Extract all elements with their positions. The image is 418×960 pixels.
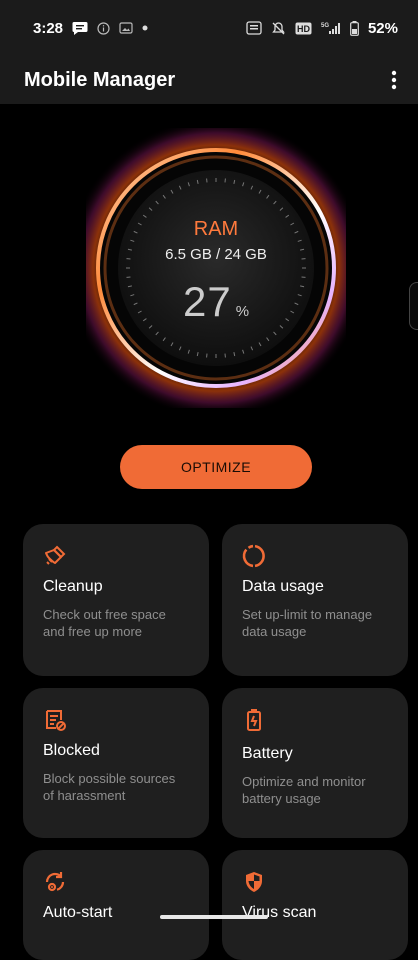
card-title: Virus scan [242, 904, 388, 922]
image-icon [119, 22, 133, 34]
more-vert-icon [391, 70, 397, 90]
card-description: Set up-limit to manage data usage [242, 606, 388, 640]
mute-icon [271, 21, 286, 36]
network-type-label: 5G [321, 23, 329, 29]
card-cleanup[interactable]: Cleanup Check out free space and free up… [23, 524, 209, 676]
ram-percent: 27% [86, 278, 346, 326]
card-title: Blocked [43, 742, 189, 760]
ram-label: RAM [86, 218, 346, 241]
card-description: Optimize and monitor battery usage [242, 773, 388, 807]
card-blocked[interactable]: Blocked Block possible sources of harass… [23, 688, 209, 838]
optimize-button[interactable]: OPTIMIZE [120, 445, 312, 489]
data-usage-icon [242, 544, 266, 568]
card-title: Auto-start [43, 904, 189, 922]
info-icon [97, 22, 110, 35]
card-title: Cleanup [43, 578, 189, 596]
more-options-button[interactable] [380, 62, 408, 98]
auto-start-icon [43, 870, 67, 894]
broom-icon [43, 544, 67, 568]
nfc-icon [246, 21, 262, 35]
battery-status-icon [350, 21, 359, 36]
card-virus-scan[interactable]: Virus scan [222, 850, 408, 960]
card-data-usage[interactable]: Data usage Set up-limit to manage data u… [222, 524, 408, 676]
ram-gauge[interactable]: RAM 6.5 GB / 24 GB 27% [86, 128, 346, 408]
ram-percent-unit: % [236, 303, 249, 320]
hd-icon: HD [295, 22, 312, 35]
card-description: Check out free space and free up more [43, 606, 189, 640]
card-auto-start[interactable]: Auto-start [23, 850, 209, 960]
blocked-icon [43, 708, 67, 732]
status-bar: 3:28 HD 5G 52% [0, 0, 418, 56]
battery-percent: 52% [368, 20, 398, 37]
ram-gauge-ring [86, 128, 346, 408]
side-panel-handle[interactable] [409, 282, 418, 330]
battery-icon [242, 708, 266, 732]
status-time: 3:28 [33, 20, 63, 37]
app-bar: Mobile Manager [0, 56, 418, 104]
svg-text:HD: HD [297, 24, 310, 34]
card-description: Block possible sources of harassment [43, 770, 189, 804]
card-title: Data usage [242, 578, 388, 596]
card-battery[interactable]: Battery Optimize and monitor battery usa… [222, 688, 408, 838]
ram-percent-value: 27 [183, 278, 232, 325]
shield-icon [242, 870, 266, 894]
ram-usage-value: 6.5 GB / 24 GB [86, 246, 346, 263]
home-indicator[interactable] [160, 915, 268, 919]
notification-dot-icon [142, 25, 148, 31]
signal-icon: 5G [321, 21, 341, 35]
card-title: Battery [242, 745, 388, 763]
app-title: Mobile Manager [24, 69, 175, 92]
message-icon [72, 21, 88, 35]
